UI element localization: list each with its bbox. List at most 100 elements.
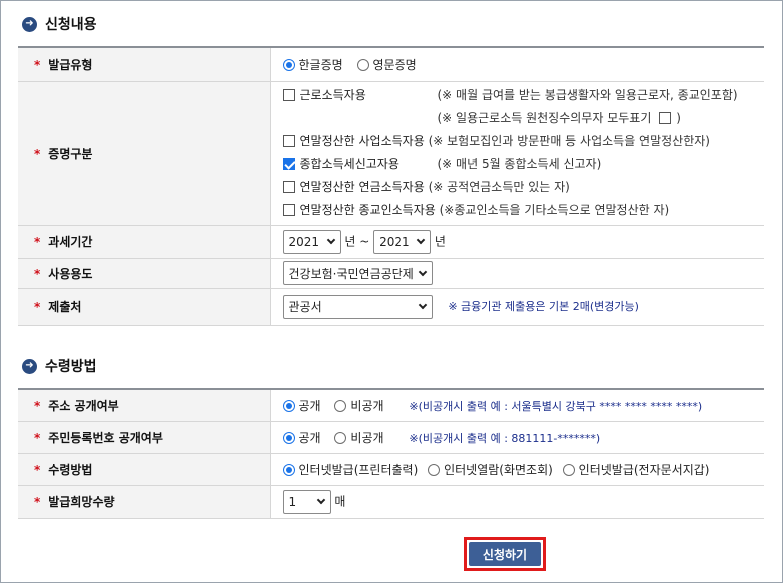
checkbox[interactable]: [282, 181, 295, 193]
cert-option-daily-worker: (※ 일용근로소득 원천징수의무자 모두표기 ): [283, 107, 764, 130]
chevron-down-icon: [418, 267, 427, 276]
radio-label: 비공개: [350, 398, 384, 413]
checkbox[interactable]: [659, 112, 672, 124]
required-marker: *: [34, 146, 41, 161]
label-cell: * 제출처: [18, 288, 271, 326]
chevron-down-icon: [418, 300, 427, 310]
row-tax-period: * 과세기간 2021 년 ~ 2021 년: [18, 225, 764, 259]
label-cell: * 발급희망수량: [18, 485, 271, 519]
row-receive-method: * 수령방법 인터넷발급(프린터출력) 인터넷열람(화면조회) 인터넷발급(전자문…: [18, 453, 764, 486]
checkbox-label: 연말정산한 연금소득자용: [299, 180, 425, 194]
section-title-text: 수령방법: [45, 359, 97, 375]
checkbox[interactable]: [282, 135, 295, 147]
radio-button[interactable]: [428, 463, 441, 476]
label-cell: * 사용용도: [18, 258, 271, 289]
cert-option-religious: 연말정산한 종교인소득자용 (※종교인소득을 기타소득으로 연말정산한 자): [282, 199, 764, 222]
submit-to-select[interactable]: 관공서: [282, 294, 433, 319]
radio-internet-print[interactable]: 인터넷발급(프린터출력): [282, 462, 419, 477]
label-cell: * 주민등록번호 공개여부: [18, 421, 271, 454]
label-cell: * 증명구분: [18, 81, 271, 226]
radio-button[interactable]: [282, 431, 295, 444]
radio-label: 한글증명: [298, 57, 343, 72]
checkbox-label: 종합소득세신고자용: [299, 157, 399, 171]
value-cell: 공개 비공개 ※(비공개시 출력 예 : 서울특별시 강북구 **** ****…: [270, 388, 764, 422]
required-marker: *: [34, 495, 41, 509]
radio-address-private[interactable]: 비공개: [334, 398, 384, 413]
row-label: 발급희망수량: [48, 495, 115, 509]
select-value: 1: [288, 494, 297, 509]
radio-label: 비공개: [350, 430, 384, 445]
value-cell: 관공서 ※ 금융기관 제출용은 기본 2매(변경가능): [270, 288, 764, 326]
checkbox-checked[interactable]: [282, 158, 295, 170]
checkbox-label: 연말정산한 사업소득자용: [299, 134, 425, 148]
value-cell: 2021 년 ~ 2021 년: [270, 225, 764, 259]
row-copies: * 발급희망수량 1 매: [18, 485, 764, 519]
cert-note: (※종교인소득을 기타소득으로 연말정산한 자): [439, 203, 670, 217]
row-label: 발급유형: [48, 57, 93, 72]
radio-button[interactable]: [282, 399, 295, 412]
value-cell: 근로소득자용 (※ 매월 급여를 받는 봉급생활자와 일용근로자, 종교인포함) …: [270, 81, 764, 226]
cert-note: (※ 일용근로소득 원천징수의무자 모두표기: [437, 111, 652, 125]
row-usage: * 사용용도 건강보험·국민연금공단제출용: [18, 258, 764, 289]
radio-english-cert[interactable]: 영문증명: [356, 57, 417, 72]
address-note: ※(비공개시 출력 예 : 서울특별시 강북구 **** **** **** *…: [409, 399, 703, 413]
row-label: 주소 공개여부: [48, 398, 119, 413]
apply-button[interactable]: 신청하기: [469, 542, 541, 566]
required-marker: *: [34, 462, 41, 477]
row-label: 제출처: [48, 300, 82, 314]
radio-button[interactable]: [334, 431, 347, 444]
year-unit: 년: [434, 234, 446, 248]
radio-internet-view[interactable]: 인터넷열람(화면조회): [428, 463, 553, 477]
radio-internet-wallet[interactable]: 인터넷발급(전자문서지갑): [562, 462, 710, 477]
row-cert-type: * 증명구분 근로소득자용 (※ 매월 급여를 받는 봉급생활자와 일용근로자, 종…: [18, 81, 764, 226]
tax-period-to-select[interactable]: 2021: [373, 229, 432, 254]
required-marker: *: [34, 235, 41, 249]
arrow-circle-icon: ➜: [22, 358, 37, 374]
apply-button-highlight: 신청하기: [464, 537, 546, 571]
checkbox-label: 연말정산한 종교인소득자용: [299, 203, 436, 217]
radio-label: 인터넷발급(프린터출력): [298, 462, 419, 477]
radio-label: 인터넷발급(전자문서지갑): [578, 462, 710, 477]
radio-button[interactable]: [562, 463, 575, 476]
row-issue-type: * 발급유형 한글증명 영문증명: [18, 46, 764, 82]
copies-unit: 매: [334, 494, 346, 508]
label-cell: * 과세기간: [18, 225, 271, 259]
radio-label: 공개: [298, 398, 321, 413]
value-cell: 건강보험·국민연금공단제출용: [270, 258, 764, 289]
required-marker: *: [34, 57, 41, 72]
select-value: 건강보험·국민연금공단제출용: [288, 266, 414, 281]
cert-option-comprehensive: 종합소득세신고자용 (※ 매년 5월 종합소득세 신고자): [282, 153, 764, 176]
row-rrn-disclosure: * 주민등록번호 공개여부 공개 비공개 ※(비공개시 출력 예 : 881111…: [18, 421, 764, 454]
label-cell: * 주소 공개여부: [18, 388, 271, 422]
value-cell: 한글증명 영문증명: [270, 46, 764, 82]
radio-label: 공개: [298, 430, 321, 445]
cert-note: (※ 매년 5월 종합소득세 신고자): [437, 157, 602, 171]
cert-note: (※ 매월 급여를 받는 봉급생활자와 일용근로자, 종교인포함): [437, 88, 738, 102]
radio-label: 영문증명: [372, 57, 417, 72]
row-label: 주민등록번호 공개여부: [48, 430, 163, 445]
radio-rrn-private[interactable]: 비공개: [334, 430, 384, 445]
checkbox[interactable]: [282, 89, 295, 101]
receive-form-table: * 주소 공개여부 공개 비공개 ※(비공개시 출력 예 : 서울특별시 강북구 …: [18, 388, 764, 519]
label-cell: * 수령방법: [18, 453, 271, 486]
radio-button[interactable]: [356, 58, 369, 71]
radio-rrn-public[interactable]: 공개: [282, 430, 321, 445]
tax-period-from-select[interactable]: 2021: [282, 229, 341, 254]
radio-button[interactable]: [282, 58, 295, 71]
required-marker: *: [34, 300, 41, 314]
cert-option-earned-income: 근로소득자용 (※ 매월 급여를 받는 봉급생활자와 일용근로자, 종교인포함): [282, 84, 764, 107]
radio-button[interactable]: [282, 463, 295, 476]
section-title-text: 신청내용: [45, 17, 97, 33]
required-marker: *: [34, 430, 41, 445]
row-submit-to: * 제출처 관공서 ※ 금융기관 제출용은 기본 2매(변경가능): [18, 288, 764, 326]
value-cell: 인터넷발급(프린터출력) 인터넷열람(화면조회) 인터넷발급(전자문서지갑): [270, 453, 764, 486]
radio-korean-cert[interactable]: 한글증명: [282, 57, 343, 72]
radio-address-public[interactable]: 공개: [282, 398, 321, 413]
section-title-application: ➜ 신청내용: [22, 14, 97, 34]
radio-label: 인터넷열람(화면조회): [444, 462, 553, 477]
cert-option-pension: 연말정산한 연금소득자용 (※ 공적연금소득만 있는 자): [282, 176, 764, 199]
radio-button[interactable]: [334, 399, 347, 412]
usage-select[interactable]: 건강보험·국민연금공단제출용: [282, 261, 433, 285]
copies-select[interactable]: 1: [282, 489, 331, 514]
checkbox[interactable]: [282, 204, 295, 216]
